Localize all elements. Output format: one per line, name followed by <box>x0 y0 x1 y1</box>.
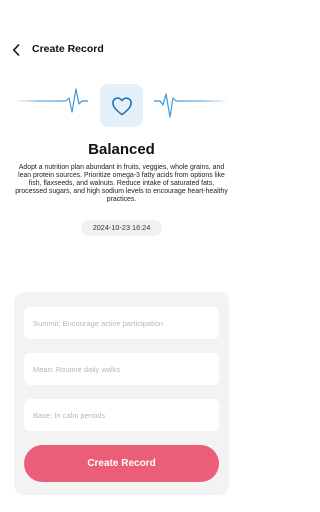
record-form: Create Record <box>14 292 229 495</box>
mean-input[interactable] <box>24 353 219 385</box>
heart-icon <box>111 96 132 115</box>
page-title: Create Record <box>32 43 104 55</box>
back-button[interactable] <box>8 40 24 60</box>
base-input[interactable] <box>24 399 219 431</box>
timestamp-badge: 2024-10-23 16:24 <box>81 220 162 236</box>
chevron-left-icon <box>13 44 20 56</box>
summit-input[interactable] <box>24 307 219 339</box>
result-title: Balanced <box>88 141 155 158</box>
create-record-button[interactable]: Create Record <box>24 445 219 482</box>
top-bar: Create Record <box>0 38 243 64</box>
result-description: Adopt a nutrition plan abundant in fruit… <box>15 164 228 204</box>
heart-icon-box <box>100 84 143 127</box>
